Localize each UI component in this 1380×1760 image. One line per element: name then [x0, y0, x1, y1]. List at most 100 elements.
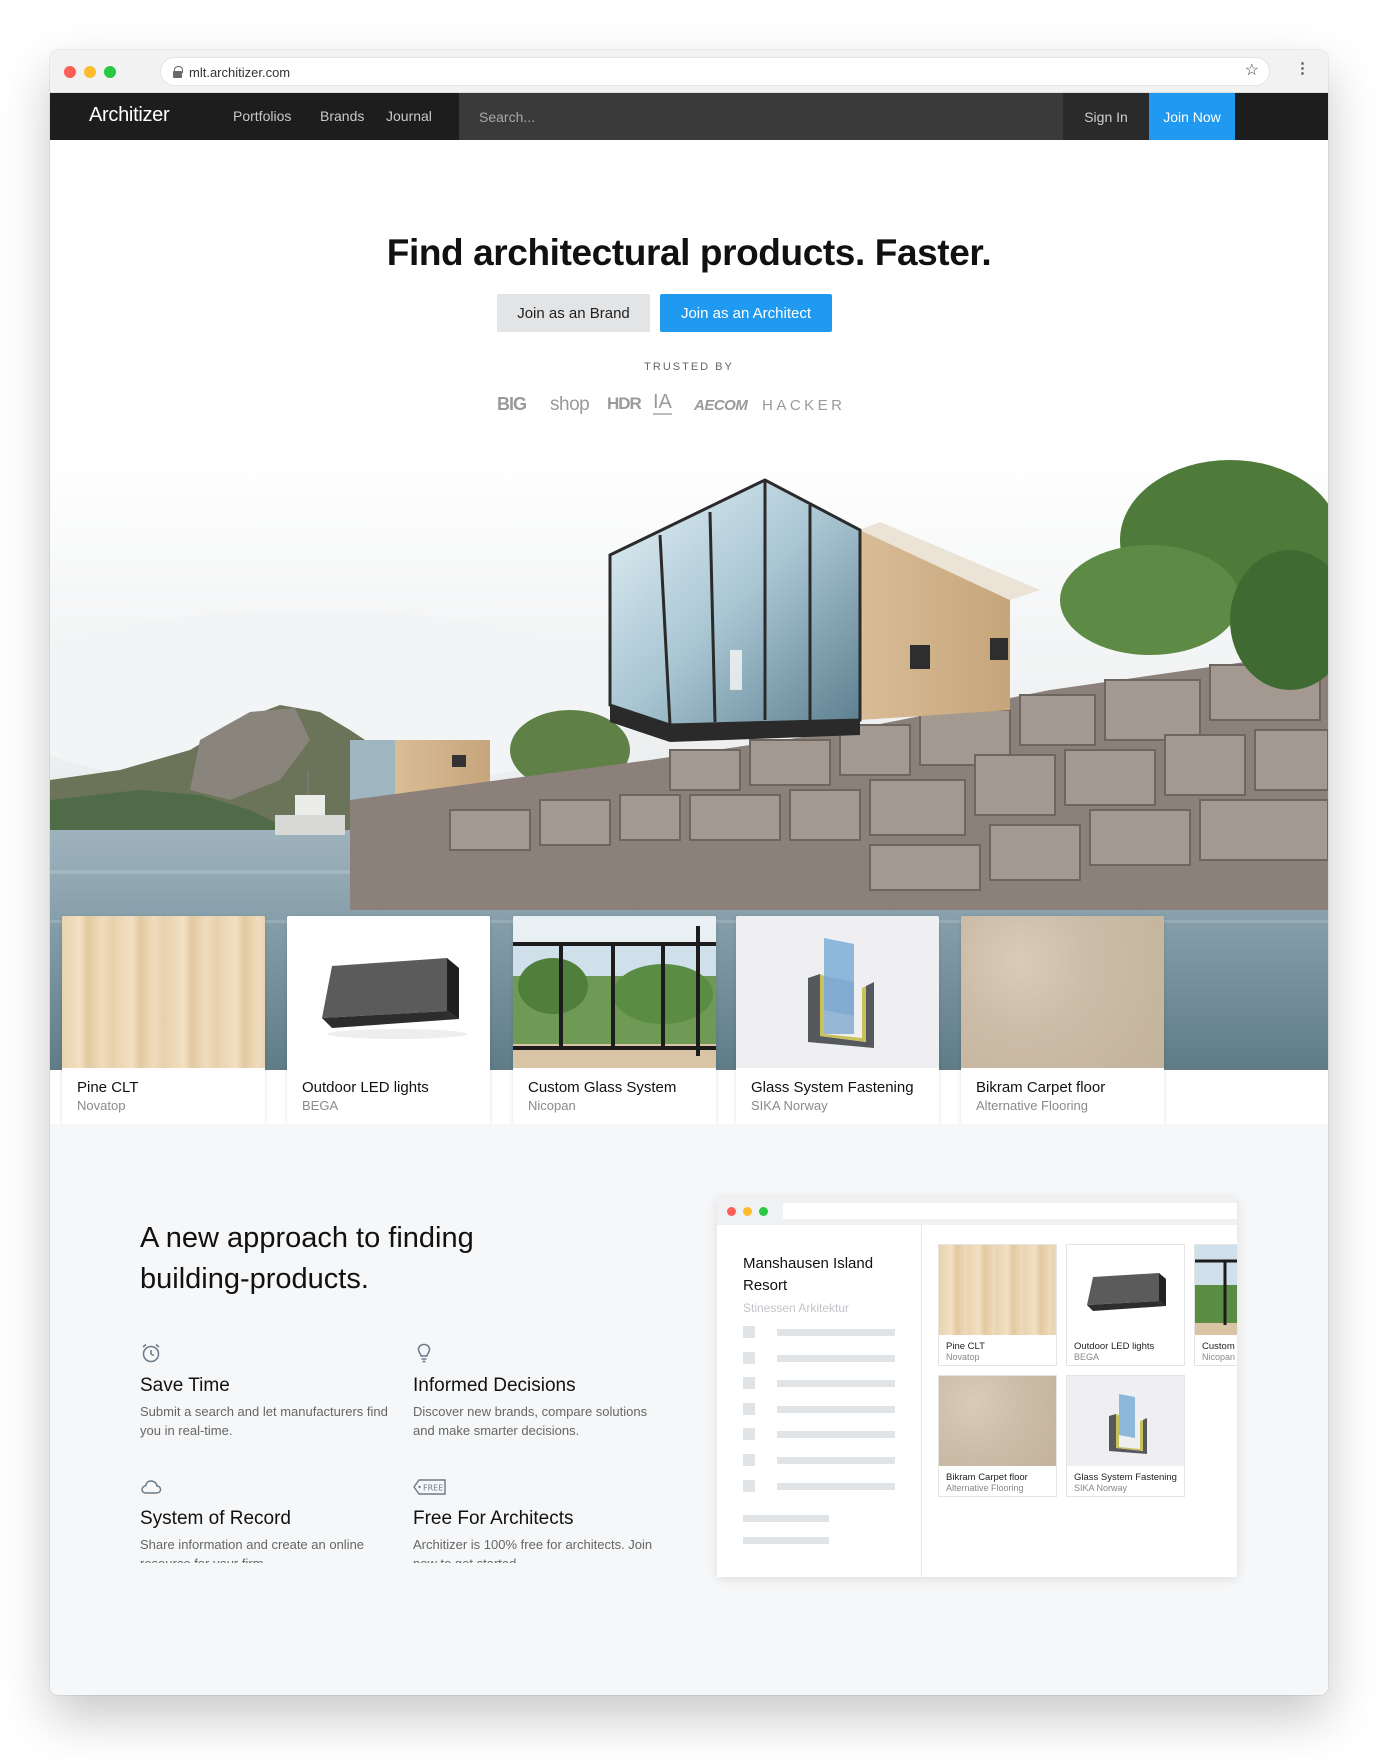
mock-project-window: Manshausen Island Resort Stinessen Arkit…	[717, 1197, 1237, 1577]
mock-sidebar: Manshausen Island Resort Stinessen Arkit…	[717, 1225, 922, 1577]
bookmark-star-icon[interactable]: ☆	[1245, 63, 1259, 79]
lock-icon	[173, 66, 183, 78]
product-card[interactable]: Bikram Carpet floor Alternative Flooring	[961, 916, 1164, 1124]
product-name: Custom Glass System	[528, 1079, 677, 1096]
features-title: A new approach to finding building-produ…	[140, 1222, 474, 1295]
product-image-outdoor-led-lights	[287, 916, 490, 1068]
address-bar[interactable]: mlt.architizer.com ☆	[160, 57, 1270, 86]
mock-product-brand: BEGA	[1074, 1352, 1100, 1362]
product-name: Outdoor LED lights	[302, 1079, 429, 1096]
mock-project-firm: Stinessen Arkitektur	[743, 1301, 850, 1315]
mock-minimize-dot	[743, 1207, 752, 1216]
product-image-pine-clt	[62, 916, 265, 1068]
mock-product-image	[1067, 1245, 1184, 1335]
mock-product-name: Custom Glass System	[1202, 1341, 1237, 1352]
mock-product-image	[1195, 1245, 1237, 1335]
product-name: Bikram Carpet floor	[976, 1079, 1106, 1096]
mock-placeholder-square	[743, 1377, 755, 1389]
mock-product-image	[939, 1376, 1056, 1466]
nav-link-journal[interactable]: Journal	[386, 108, 432, 124]
feature-title: Free For Architects	[413, 1508, 574, 1529]
feature-desc: Share information and create an online r…	[140, 1537, 365, 1563]
mock-product-name: Bikram Carpet floor	[946, 1472, 1028, 1483]
minimize-window-button[interactable]	[84, 66, 96, 78]
mock-maximize-dot	[759, 1207, 768, 1216]
mock-placeholder-line	[777, 1329, 895, 1336]
mock-product-name: Pine CLT	[946, 1341, 985, 1352]
browser-toolbar: mlt.architizer.com ☆ ⋮	[50, 50, 1328, 93]
aecom-logo: AECOM	[694, 397, 748, 414]
browser-menu-icon[interactable]: ⋮	[1295, 61, 1310, 76]
feature-desc: Submit a search and let manufacturers fi…	[140, 1404, 388, 1438]
product-image-glass-system-fastening	[736, 916, 939, 1068]
mock-placeholder-square	[743, 1403, 755, 1415]
mock-placeholder-square	[743, 1428, 755, 1440]
product-image-custom-glass-system	[513, 916, 716, 1068]
mock-product-card: Outdoor LED lights BEGA	[1066, 1244, 1185, 1366]
mock-placeholder-line	[777, 1431, 895, 1438]
mock-address-bar	[783, 1203, 1237, 1219]
mock-placeholder-square	[743, 1480, 755, 1492]
mock-product-brand: Alternative Flooring	[946, 1483, 1024, 1493]
mock-placeholder-line	[743, 1515, 829, 1522]
join-as-brand-button[interactable]: Join as an Brand	[497, 294, 650, 332]
mock-product-name: Outdoor LED lights	[1074, 1341, 1155, 1352]
mock-placeholder-line	[777, 1483, 895, 1490]
mock-placeholder-square	[743, 1352, 755, 1364]
nav-link-portfolios[interactable]: Portfolios	[233, 108, 291, 124]
big-logo: BIG	[497, 394, 527, 414]
close-window-button[interactable]	[64, 66, 76, 78]
product-card[interactable]: Pine CLT Novatop	[62, 916, 265, 1124]
product-brand: Nicopan	[528, 1098, 576, 1113]
product-brand: SIKA Norway	[751, 1098, 828, 1113]
maximize-window-button[interactable]	[104, 66, 116, 78]
product-card[interactable]: Outdoor LED lights BEGA	[287, 916, 490, 1124]
clock-icon	[142, 1343, 160, 1363]
mock-product-brand: Novatop	[946, 1352, 980, 1362]
sign-in-button[interactable]: Sign In	[1063, 93, 1149, 140]
cloud-icon	[141, 1480, 162, 1494]
mock-product-card: Bikram Carpet floor Alternative Flooring	[938, 1375, 1057, 1497]
site-nav: Architizer Portfolios Brands Journal Sig…	[50, 93, 1328, 140]
mock-product-image	[939, 1245, 1056, 1335]
feature-title: Save Time	[140, 1375, 230, 1396]
product-brand: BEGA	[302, 1098, 339, 1113]
mock-placeholder-line	[777, 1380, 895, 1387]
mock-placeholder-line	[777, 1355, 895, 1362]
trusted-by-label: TRUSTED BY	[644, 361, 734, 373]
feature-desc: Discover new brands, compare solutions a…	[413, 1404, 648, 1438]
product-brand: Novatop	[77, 1098, 126, 1113]
product-brand: Alternative Flooring	[976, 1098, 1088, 1113]
mock-product-brand: Nicopan	[1202, 1352, 1236, 1362]
shop-logo: shop	[550, 394, 590, 415]
join-as-architect-button[interactable]: Join as an Architect	[660, 294, 832, 332]
mock-product-image	[1067, 1376, 1184, 1466]
mock-product-card: Pine CLT Novatop	[938, 1244, 1057, 1366]
feature-title: Informed Decisions	[413, 1375, 576, 1396]
mock-product-brand: SIKA Norway	[1074, 1483, 1128, 1493]
join-now-button[interactable]: Join Now	[1149, 93, 1235, 140]
feature-title: System of Record	[140, 1508, 291, 1529]
mock-product-card: Glass System Fastening SIKA Norway	[1066, 1375, 1185, 1497]
svg-text:FREE: FREE	[423, 1484, 443, 1493]
feature-desc: Architizer is 100% free for architects. …	[413, 1537, 653, 1563]
mock-product-name: Glass System Fastening	[1074, 1472, 1177, 1483]
mock-placeholder-line	[777, 1406, 895, 1413]
search-input[interactable]	[459, 93, 1063, 140]
mock-window-toolbar	[717, 1197, 1237, 1225]
product-name: Glass System Fastening	[751, 1079, 914, 1096]
mock-product-card: Custom Glass System Nicopan	[1194, 1244, 1237, 1366]
ia-logo: IA	[653, 391, 672, 415]
product-card[interactable]: Custom Glass System Nicopan	[513, 916, 716, 1124]
hdr-logo: HDR	[607, 394, 642, 413]
mock-placeholder-line	[777, 1457, 895, 1464]
mock-close-dot	[727, 1207, 736, 1216]
free-tag-icon: FREE	[413, 1479, 446, 1495]
mock-placeholder-line	[743, 1537, 829, 1544]
hacker-logo: HACKER	[762, 397, 846, 414]
hero-title: Find architectural products. Faster.	[386, 232, 992, 273]
nav-link-brands[interactable]: Brands	[320, 108, 364, 124]
mock-placeholder-square	[743, 1326, 755, 1338]
architizer-logo[interactable]: Architizer	[89, 104, 170, 127]
product-card[interactable]: Glass System Fastening SIKA Norway	[736, 916, 939, 1124]
